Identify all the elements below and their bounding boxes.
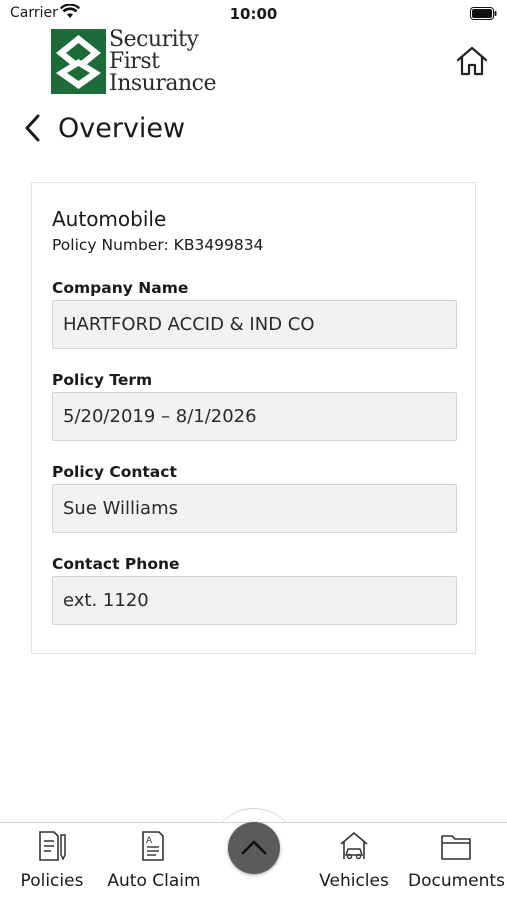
- tab-policies-label: Policies: [20, 871, 84, 891]
- back-button[interactable]: Overview: [22, 110, 185, 146]
- svg-text:A: A: [146, 836, 153, 846]
- logo-mark-icon: [51, 29, 106, 94]
- tab-documents-label: Documents: [408, 871, 505, 891]
- page-title: Overview: [58, 112, 186, 144]
- policy-contact-field: Sue Williams: [52, 484, 457, 533]
- logo-line-3: Insurance: [109, 71, 216, 96]
- contact-phone-field: ext. 1120: [52, 576, 457, 625]
- policy-contact-value: Sue Williams: [63, 498, 178, 519]
- policy-term-field: 5/20/2019 – 8/1/2026: [52, 392, 457, 441]
- logo-wordmark: Security First Insurance: [109, 29, 216, 95]
- tab-vehicles[interactable]: Vehicles: [318, 829, 390, 891]
- security-first-logo: Security First Insurance: [51, 29, 221, 96]
- battery-icon: [470, 7, 497, 20]
- tab-auto-claim[interactable]: A Auto Claim: [106, 829, 202, 891]
- vehicle-house-icon: [340, 832, 368, 860]
- policy-document-icon: [39, 831, 66, 861]
- company-name-field: HARTFORD ACCID & IND CO: [52, 300, 457, 349]
- auto-claim-icon: A: [142, 831, 164, 861]
- clock: 10:00: [229, 5, 278, 23]
- policy-term-value: 5/20/2019 – 8/1/2026: [63, 406, 257, 427]
- chevron-up-icon: [241, 840, 267, 855]
- tab-policies[interactable]: Policies: [18, 829, 86, 891]
- folder-icon: [441, 835, 471, 860]
- home-button[interactable]: [455, 44, 489, 78]
- tab-documents[interactable]: Documents: [408, 829, 505, 891]
- status-bar: Carrier 10:00: [0, 0, 507, 28]
- tab-vehicles-label: Vehicles: [319, 871, 389, 891]
- contact-phone-value: ext. 1120: [63, 590, 149, 611]
- logo-line-2: First: [109, 49, 160, 74]
- chevron-left-icon: [25, 114, 40, 142]
- policy-contact-label: Policy Contact: [52, 463, 177, 481]
- expand-menu-button[interactable]: [228, 822, 280, 874]
- tab-auto-claim-label: Auto Claim: [107, 871, 201, 891]
- logo-line-1: Security: [109, 27, 199, 52]
- policy-card: Automobile Policy Number: KB3499834 Comp…: [31, 182, 476, 654]
- company-name-label: Company Name: [52, 279, 189, 297]
- company-name-value: HARTFORD ACCID & IND CO: [63, 314, 315, 335]
- contact-phone-label: Contact Phone: [52, 555, 180, 573]
- policy-number: Policy Number: KB3499834: [52, 236, 264, 254]
- policy-type: Automobile: [52, 207, 167, 231]
- policy-term-label: Policy Term: [52, 371, 153, 389]
